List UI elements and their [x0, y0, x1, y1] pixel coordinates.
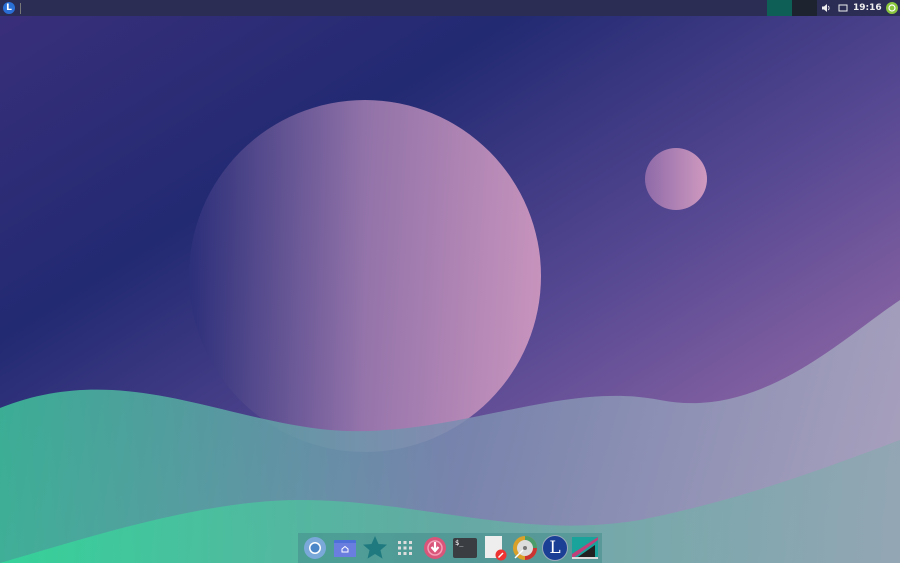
clock[interactable]: 19:16	[853, 0, 882, 16]
workspace-1-button[interactable]	[767, 0, 792, 16]
dock-lubuntu[interactable]: L	[542, 535, 568, 561]
dock-app-grid[interactable]	[392, 535, 418, 561]
dock-disk-utility[interactable]	[512, 535, 538, 561]
top-panel: L 19:16	[0, 0, 900, 16]
volume-icon[interactable]	[821, 0, 831, 16]
workspace-2-button[interactable]	[792, 0, 817, 16]
panel-separator	[20, 2, 21, 14]
dock: $_ L	[298, 533, 602, 563]
terminal-icon: $_	[453, 538, 477, 558]
dock-updater[interactable]	[422, 535, 448, 561]
folder-home-icon	[334, 540, 356, 557]
lubuntu-icon: L	[542, 535, 568, 561]
text-editor-icon	[485, 536, 507, 561]
disk-icon	[513, 536, 537, 560]
screenshot-icon	[572, 537, 598, 559]
update-notifier-icon[interactable]	[886, 0, 898, 16]
dock-text-editor[interactable]	[482, 535, 508, 561]
download-icon	[424, 537, 446, 559]
dock-browser[interactable]	[302, 535, 328, 561]
display-icon[interactable]	[838, 0, 848, 16]
dock-screenshot[interactable]	[572, 535, 598, 561]
lubuntu-menu-button[interactable]: L	[3, 2, 15, 14]
dock-favorites[interactable]	[362, 535, 388, 561]
browser-icon	[304, 537, 326, 559]
desktop-wallpaper	[0, 0, 900, 563]
star-icon	[363, 536, 387, 559]
dock-home-folder[interactable]	[332, 535, 358, 561]
grid-icon	[398, 541, 412, 555]
dock-terminal[interactable]: $_	[452, 535, 478, 561]
